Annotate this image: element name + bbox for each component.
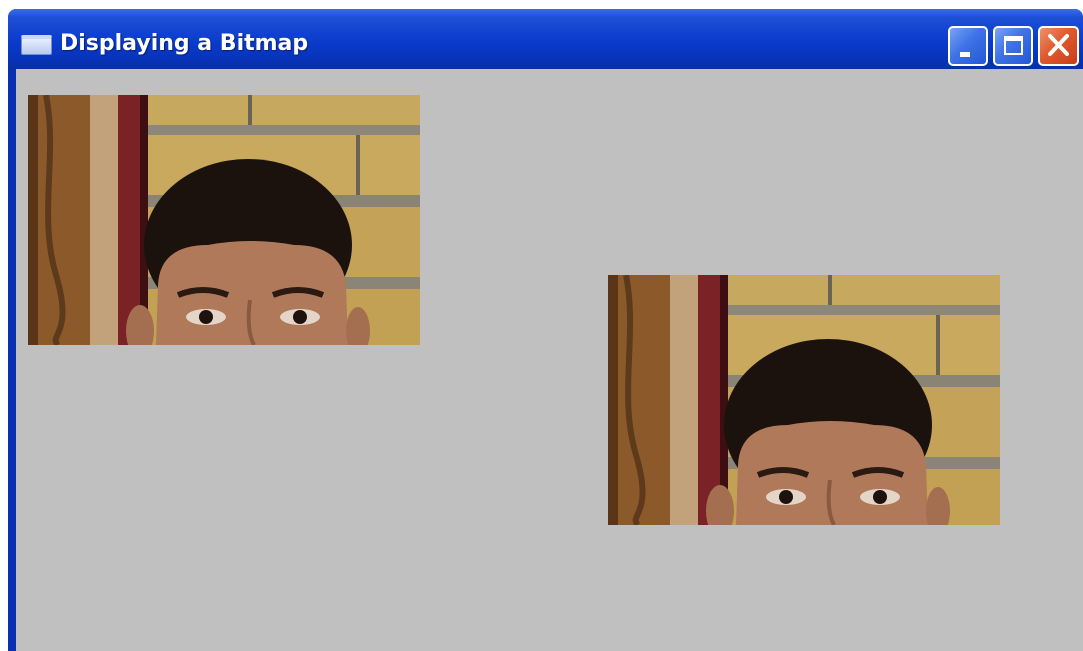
minimize-button[interactable] [948,26,988,66]
window-app-icon[interactable] [21,35,52,55]
minimize-icon [960,52,970,57]
title-bar[interactable]: Displaying a Bitmap [8,9,1083,69]
maximize-button[interactable] [993,26,1033,66]
bitmap-top-left [28,95,420,345]
bitmap-photo [608,275,1000,525]
bitmap-bottom-right [608,275,1000,525]
maximize-icon [1004,36,1023,55]
bitmap-photo [28,95,420,345]
close-icon [1048,34,1069,56]
window-title: Displaying a Bitmap [60,31,309,56]
close-button[interactable] [1038,26,1079,66]
